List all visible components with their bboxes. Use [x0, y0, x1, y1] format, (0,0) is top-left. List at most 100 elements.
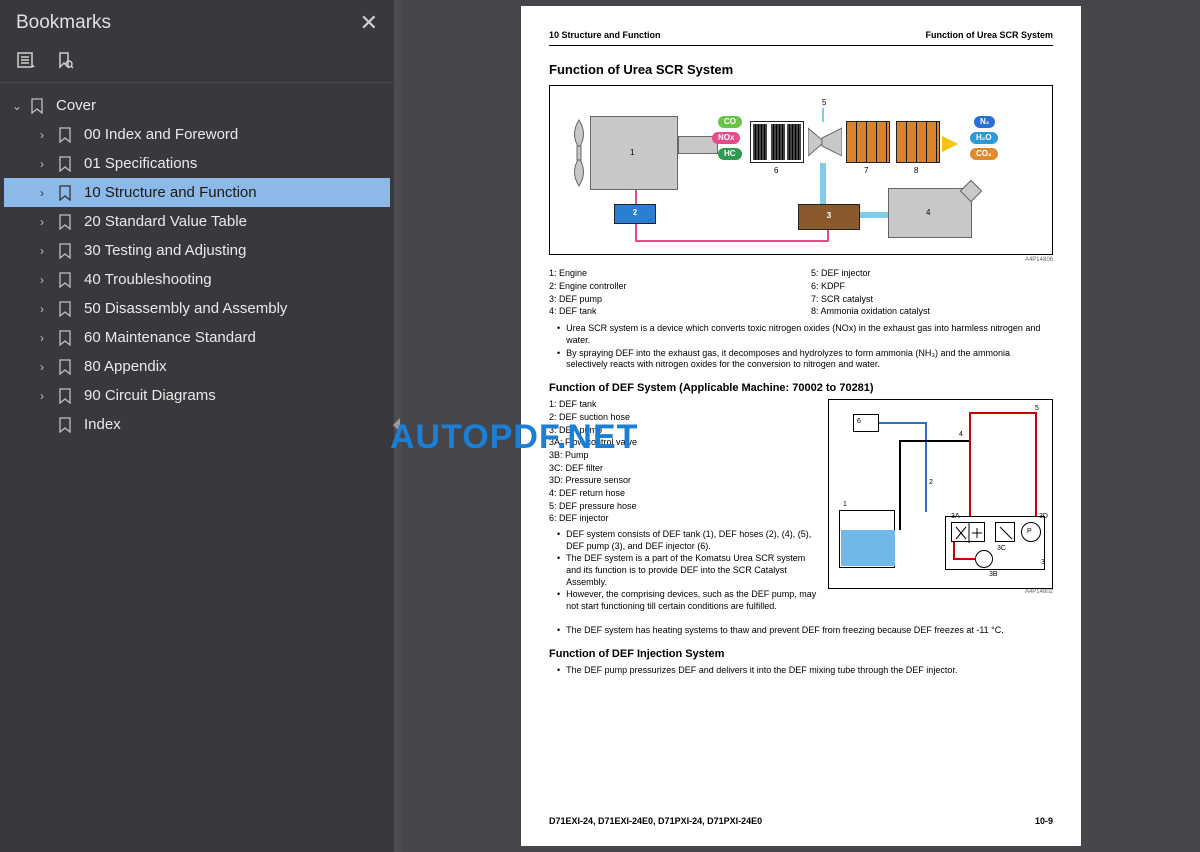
- diag2-label-p: P: [1027, 527, 1032, 536]
- close-icon[interactable]: ✕: [360, 10, 378, 36]
- chevron-right-icon[interactable]: ›: [40, 389, 56, 403]
- bookmark-label: 90 Circuit Diagrams: [84, 387, 216, 404]
- bullet: The DEF pump pressurizes DEF and deliver…: [549, 665, 1053, 677]
- bookmark-item-3[interactable]: › 20 Standard Value Table: [4, 207, 390, 236]
- kdpf-block: [750, 121, 804, 163]
- diag-connector: [899, 440, 901, 530]
- diag-label-5: 5: [822, 98, 826, 108]
- bookmark-cover[interactable]: ⌄ Cover: [4, 91, 390, 120]
- diag-connector: [879, 422, 925, 424]
- diagram-1-code: A4P14806: [549, 257, 1053, 265]
- ammonia-catalyst-block: [896, 121, 940, 163]
- bookmark-item-8[interactable]: › 80 Appendix: [4, 352, 390, 381]
- bookmark-label: Index: [84, 416, 121, 433]
- outline-options-icon[interactable]: [16, 50, 38, 72]
- diag-connector: [953, 542, 955, 560]
- legend-item: 3: DEF pump: [549, 425, 818, 437]
- legend-item: 7: SCR catalyst: [811, 294, 1053, 306]
- legend-item: 3D: Pressure sensor: [549, 475, 818, 487]
- bullets-3: The DEF pump pressurizes DEF and deliver…: [549, 665, 1053, 677]
- chevron-right-icon[interactable]: ›: [40, 360, 56, 374]
- legend-item: 8: Ammonia oxidation catalyst: [811, 306, 1053, 318]
- chevron-right-icon[interactable]: ›: [40, 215, 56, 229]
- diag2-label-3d: 3D: [1039, 512, 1048, 521]
- flow-control-valve: [951, 522, 985, 542]
- legend-item: 2: Engine controller: [549, 281, 791, 293]
- diag-connector: [635, 190, 637, 204]
- bookmark-label: 10 Structure and Function: [84, 184, 257, 201]
- bookmark-icon: [58, 301, 78, 317]
- diag-connector: [820, 163, 826, 207]
- diag2-label-5: 5: [1035, 404, 1039, 413]
- diag-connector: [635, 240, 829, 242]
- bookmark-icon: [58, 359, 78, 375]
- bullet: The DEF system is a part of the Komatsu …: [549, 553, 818, 588]
- footer-models: D71EXI-24, D71EXI-24E0, D71PXI-24, D71PX…: [549, 816, 762, 828]
- legend-item: 3B: Pump: [549, 450, 818, 462]
- legend-item: 5: DEF injector: [811, 268, 1053, 280]
- chevron-right-icon[interactable]: ›: [40, 186, 56, 200]
- bookmark-icon: [58, 330, 78, 346]
- chevron-right-icon[interactable]: ›: [40, 128, 56, 142]
- diag-connector: [953, 558, 975, 560]
- page-running-header: 10 Structure and Function Function of Ur…: [549, 30, 1053, 46]
- bookmark-item-5[interactable]: › 40 Troubleshooting: [4, 265, 390, 294]
- def-system-diagram: 1 6 2 4 5 3: [828, 399, 1053, 589]
- exhaust-arrow-icon: [942, 136, 958, 152]
- collapse-sidebar-icon[interactable]: [393, 418, 400, 432]
- bookmark-item-2[interactable]: › 10 Structure and Function: [4, 178, 390, 207]
- bookmark-label: Cover: [56, 97, 96, 114]
- bookmark-label: 80 Appendix: [84, 358, 167, 375]
- footer-page-number: 10-9: [1035, 816, 1053, 828]
- bullet: The DEF system has heating systems to th…: [549, 625, 1053, 637]
- diag-leader: [822, 108, 824, 122]
- pdf-page: 10 Structure and Function Function of Ur…: [521, 6, 1081, 846]
- bookmark-label: 40 Troubleshooting: [84, 271, 212, 288]
- def-tank: [839, 510, 895, 568]
- legend-item: 6: DEF injector: [549, 513, 818, 525]
- diag-connector: [1035, 412, 1037, 518]
- scr-system-diagram: 1 2 CO NOx HC 6 5 7 8 N₂ H₂O CO₂: [549, 85, 1053, 255]
- bookmark-icon: [58, 156, 78, 172]
- chevron-right-icon[interactable]: ›: [40, 302, 56, 316]
- legend-item: 1: Engine: [549, 268, 791, 280]
- section-title-3: Function of DEF Injection System: [549, 647, 1053, 661]
- gas-co2-badge: CO₂: [970, 148, 998, 160]
- document-viewport[interactable]: 10 Structure and Function Function of Ur…: [402, 0, 1200, 852]
- chevron-right-icon[interactable]: ›: [40, 244, 56, 258]
- gas-nox-badge: NOx: [712, 132, 740, 144]
- find-bookmark-icon[interactable]: [54, 50, 76, 72]
- diag-connector: [969, 412, 971, 518]
- chevron-spacer: [40, 418, 56, 432]
- bookmark-item-0[interactable]: › 00 Index and Foreword: [4, 120, 390, 149]
- def-pump-block: 3: [798, 204, 860, 230]
- chevron-right-icon[interactable]: ›: [40, 331, 56, 345]
- bookmark-item-10[interactable]: Index: [4, 410, 390, 439]
- bookmark-label: 01 Specifications: [84, 155, 197, 172]
- diag-connector: [925, 422, 927, 512]
- diag2-label-3b: 3B: [989, 570, 998, 579]
- legend-item: 2: DEF suction hose: [549, 412, 818, 424]
- legend-item: 4: DEF return hose: [549, 488, 818, 500]
- bookmark-item-1[interactable]: › 01 Specifications: [4, 149, 390, 178]
- header-right: Function of Urea SCR System: [925, 30, 1053, 42]
- chevron-right-icon[interactable]: ›: [40, 273, 56, 287]
- chevron-right-icon[interactable]: ›: [40, 157, 56, 171]
- legend-item: 4: DEF tank: [549, 306, 791, 318]
- bookmark-item-6[interactable]: › 50 Disassembly and Assembly: [4, 294, 390, 323]
- sidebar-title: Bookmarks: [16, 12, 111, 34]
- legend-item: 5: DEF pressure hose: [549, 501, 818, 513]
- sidebar-resize-handle[interactable]: [394, 0, 402, 852]
- legend-item: 6: KDPF: [811, 281, 1053, 293]
- bookmark-label: 50 Disassembly and Assembly: [84, 300, 287, 317]
- sidebar-header: Bookmarks ✕: [0, 0, 394, 44]
- diag-label-7: 7: [864, 166, 868, 176]
- sidebar-toolbar: [0, 44, 394, 83]
- diag2-label-3a: 3A: [951, 512, 960, 521]
- chevron-down-icon[interactable]: ⌄: [12, 99, 28, 113]
- bookmark-item-4[interactable]: › 30 Testing and Adjusting: [4, 236, 390, 265]
- bookmark-icon: [58, 243, 78, 259]
- bookmark-item-9[interactable]: › 90 Circuit Diagrams: [4, 381, 390, 410]
- diag2-label-2: 2: [929, 478, 933, 487]
- bookmark-item-7[interactable]: › 60 Maintenance Standard: [4, 323, 390, 352]
